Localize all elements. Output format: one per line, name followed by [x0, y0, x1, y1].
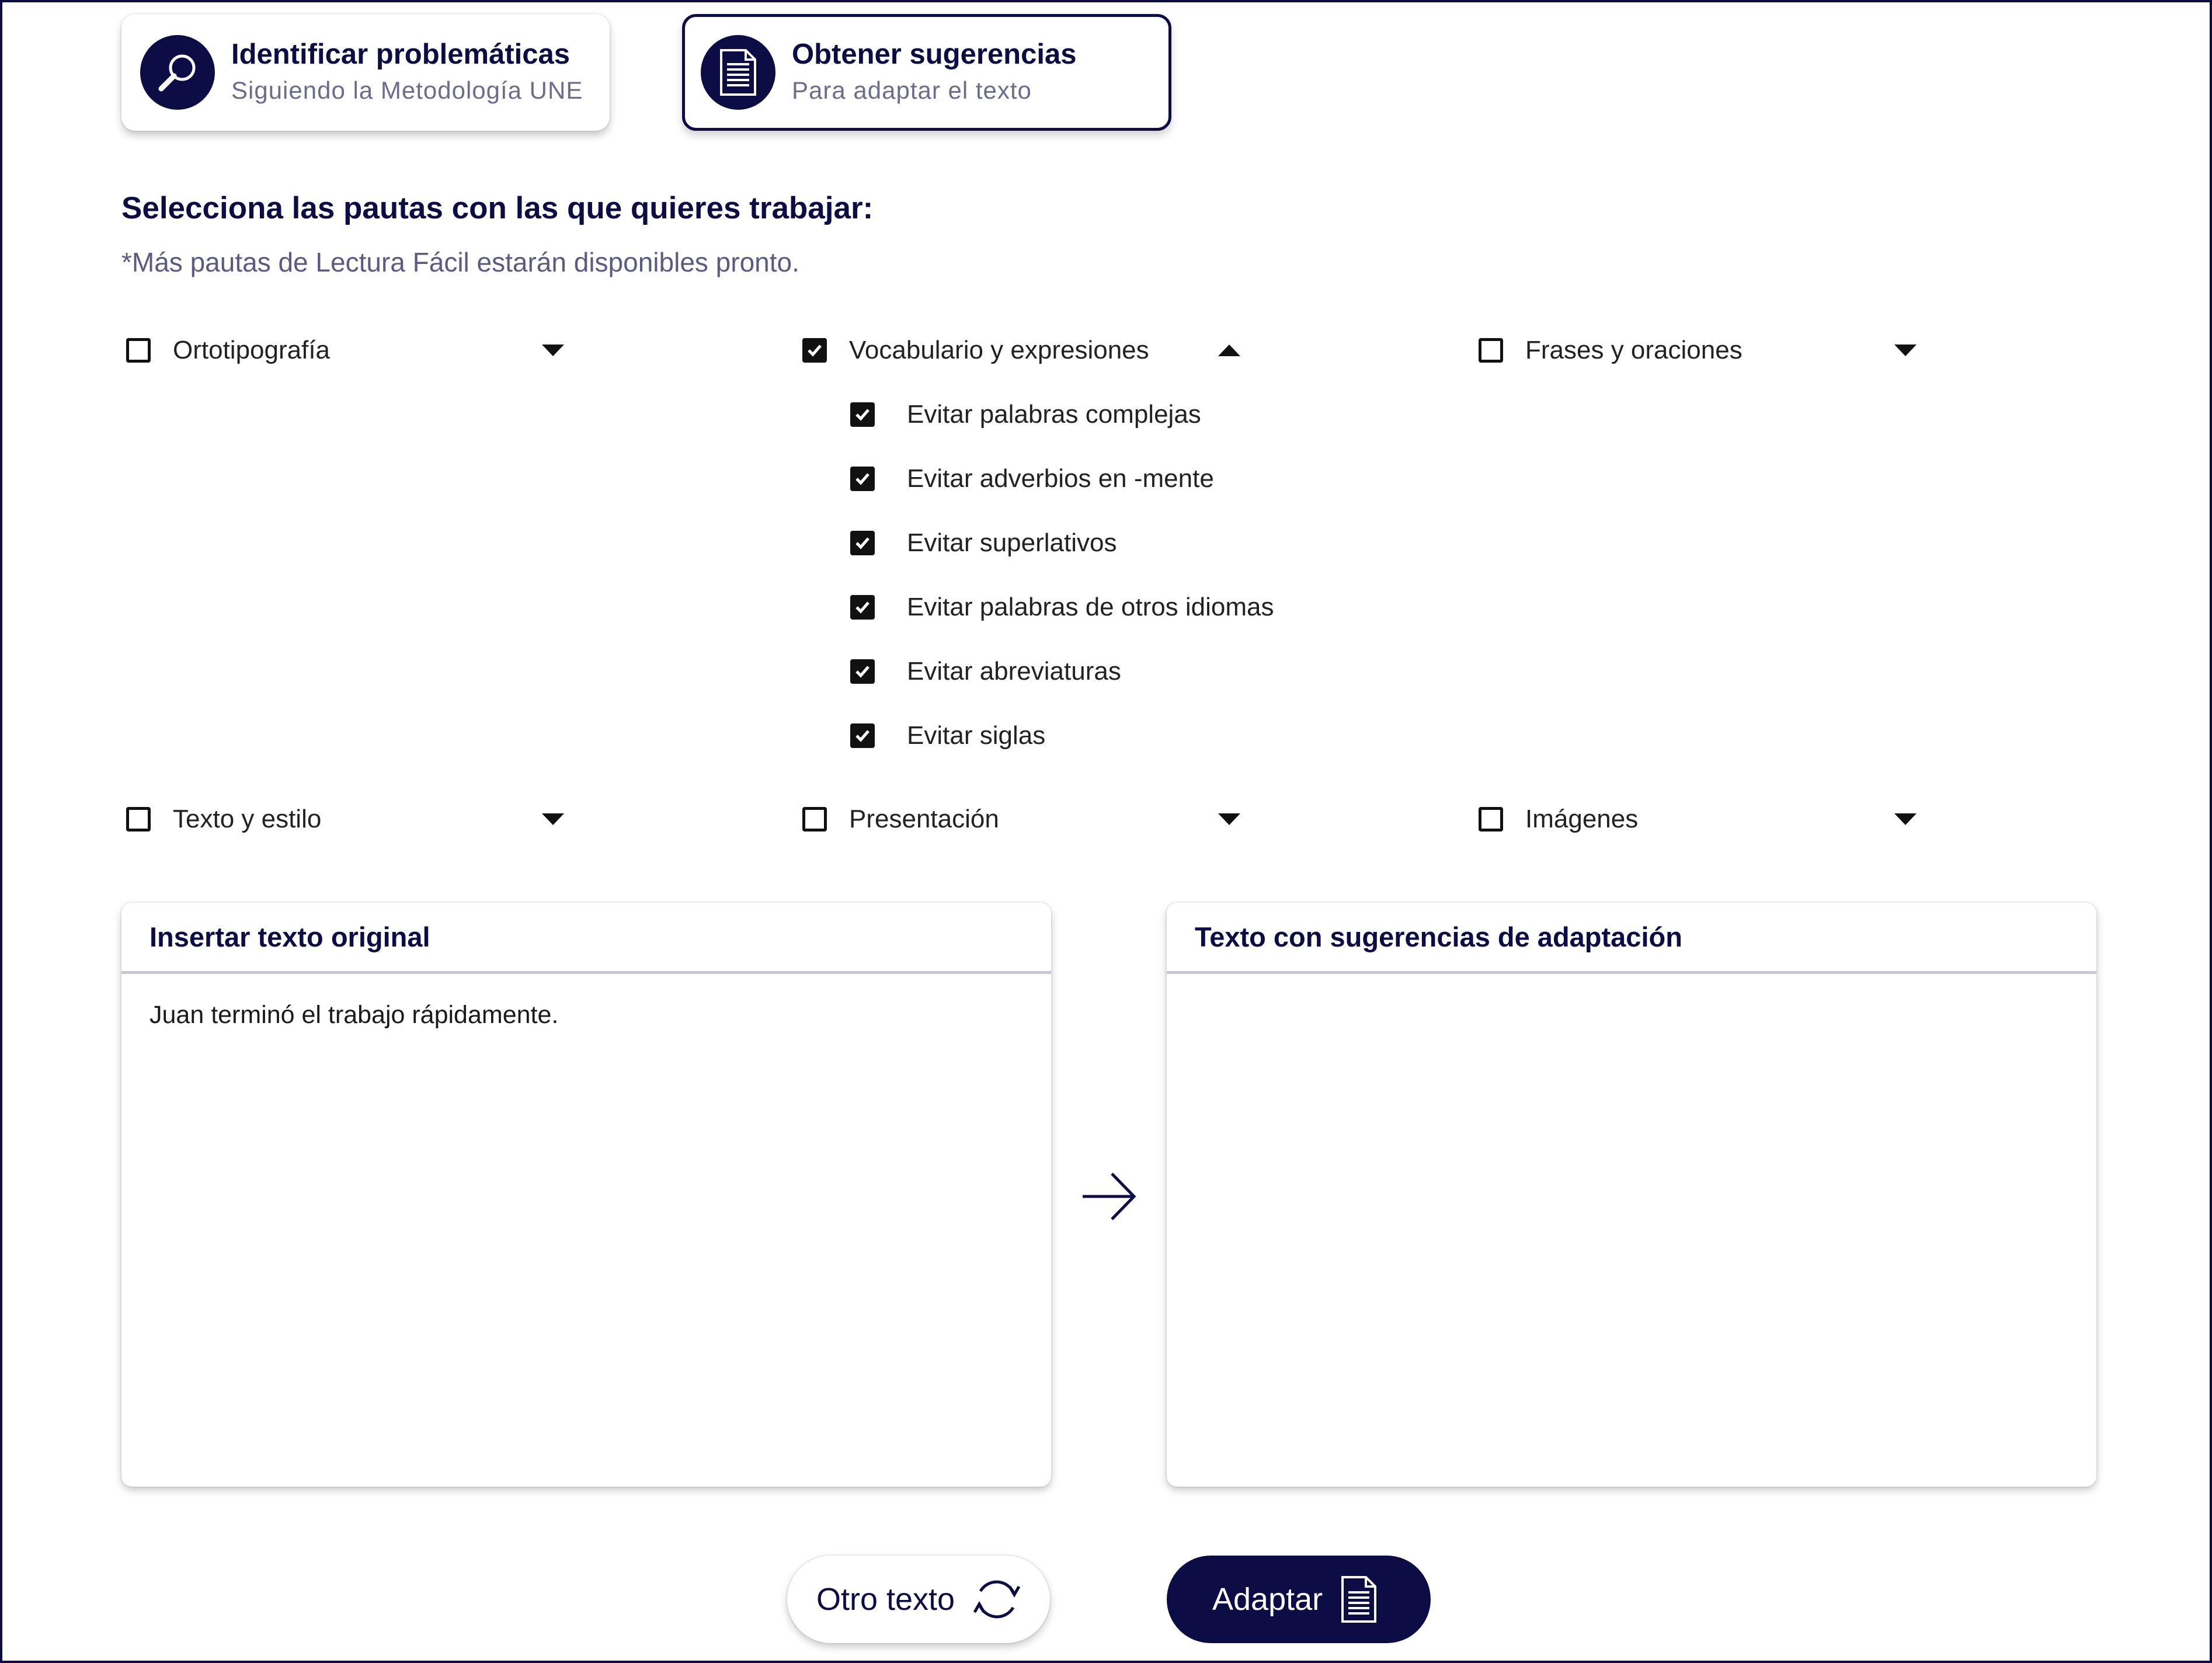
checkbox[interactable]: [1479, 338, 1503, 363]
checkbox[interactable]: [850, 402, 875, 427]
chevron-down-icon[interactable]: [542, 812, 564, 826]
checkbox[interactable]: [850, 595, 875, 620]
checkbox[interactable]: [850, 467, 875, 491]
chevron-down-icon[interactable]: [542, 343, 564, 357]
chevron-down-icon[interactable]: [1894, 343, 1917, 357]
checkbox[interactable]: [802, 807, 827, 832]
magnifier-icon: [140, 35, 215, 110]
group-presentacion[interactable]: Presentación: [802, 796, 1246, 843]
group-label: Presentación: [849, 805, 999, 833]
adapted-text-panel: Texto con sugerencias de adaptación: [1167, 903, 2096, 1487]
checkbox[interactable]: [850, 659, 875, 684]
checkbox[interactable]: [1479, 807, 1503, 832]
group-label: Frases y oraciones: [1525, 336, 1743, 364]
refresh-icon: [973, 1580, 1021, 1619]
checkbox[interactable]: [126, 807, 151, 832]
group-texto-estilo[interactable]: Texto y estilo: [126, 796, 570, 843]
panel-title: Insertar texto original: [121, 903, 1051, 974]
checkbox[interactable]: [850, 531, 875, 555]
adapt-button[interactable]: Adaptar: [1167, 1556, 1431, 1643]
group-label: Ortotipografía: [173, 336, 331, 364]
checkbox[interactable]: [850, 723, 875, 748]
app-page: Identificar problemáticas Siguiendo la M…: [0, 0, 2212, 1663]
checkbox[interactable]: [126, 338, 151, 363]
button-label: Adaptar: [1212, 1582, 1323, 1617]
vocab-item-label: Evitar siglas: [907, 721, 1046, 750]
chevron-down-icon[interactable]: [1894, 812, 1917, 826]
group-ortotipografia[interactable]: Ortotipografía: [126, 327, 570, 374]
mode-subtitle: Para adaptar el texto: [792, 76, 1032, 104]
group-imagenes[interactable]: Imágenes: [1479, 796, 1922, 843]
vocab-item-palabras-complejas[interactable]: Evitar palabras complejas: [850, 391, 1201, 438]
document-icon: [701, 35, 775, 110]
mode-title: Obtener sugerencias: [792, 39, 1077, 70]
group-label: Texto y estilo: [173, 805, 322, 833]
original-text-panel: Insertar texto original Juan terminó el …: [121, 903, 1051, 1487]
vocab-item-label: Evitar abreviaturas: [907, 657, 1121, 686]
group-label: Vocabulario y expresiones: [849, 336, 1149, 364]
vocab-item-siglas[interactable]: Evitar siglas: [850, 712, 1045, 759]
mode-card-suggestions[interactable]: Obtener sugerencias Para adaptar el text…: [682, 14, 1171, 131]
arrow-right-icon: [1083, 1173, 1136, 1220]
vocab-item-superlativos[interactable]: Evitar superlativos: [850, 520, 1117, 566]
mode-subtitle: Siguiendo la Metodología UNE: [231, 76, 583, 104]
vocab-item-label: Evitar superlativos: [907, 528, 1117, 557]
guidelines-heading: Selecciona las pautas con las que quiere…: [121, 191, 874, 225]
chevron-up-icon[interactable]: [1218, 343, 1240, 357]
vocab-item-label: Evitar adverbios en -mente: [907, 464, 1214, 493]
chevron-down-icon[interactable]: [1218, 812, 1240, 826]
other-text-button[interactable]: Otro texto: [787, 1556, 1050, 1643]
checkbox[interactable]: [802, 338, 827, 363]
vocab-item-otros-idiomas[interactable]: Evitar palabras de otros idiomas: [850, 584, 1274, 631]
group-vocabulario[interactable]: Vocabulario y expresiones: [802, 327, 1246, 374]
vocab-item-label: Evitar palabras de otros idiomas: [907, 593, 1274, 621]
button-label: Otro texto: [816, 1582, 955, 1617]
vocab-item-adverbios[interactable]: Evitar adverbios en -mente: [850, 455, 1214, 502]
vocab-item-label: Evitar palabras complejas: [907, 400, 1201, 429]
document-icon: [1341, 1576, 1377, 1623]
mode-card-identify[interactable]: Identificar problemáticas Siguiendo la M…: [121, 14, 610, 131]
panel-title: Texto con sugerencias de adaptación: [1167, 903, 2096, 974]
adapted-text-output: [1167, 974, 2096, 1021]
mode-title: Identificar problemáticas: [231, 39, 571, 70]
group-frases[interactable]: Frases y oraciones: [1479, 327, 1922, 374]
vocab-item-abreviaturas[interactable]: Evitar abreviaturas: [850, 648, 1121, 695]
original-text-input[interactable]: Juan terminó el trabajo rápidamente.: [121, 974, 1051, 1056]
guidelines-note: *Más pautas de Lectura Fácil estarán dis…: [121, 247, 799, 277]
group-label: Imágenes: [1525, 805, 1639, 833]
